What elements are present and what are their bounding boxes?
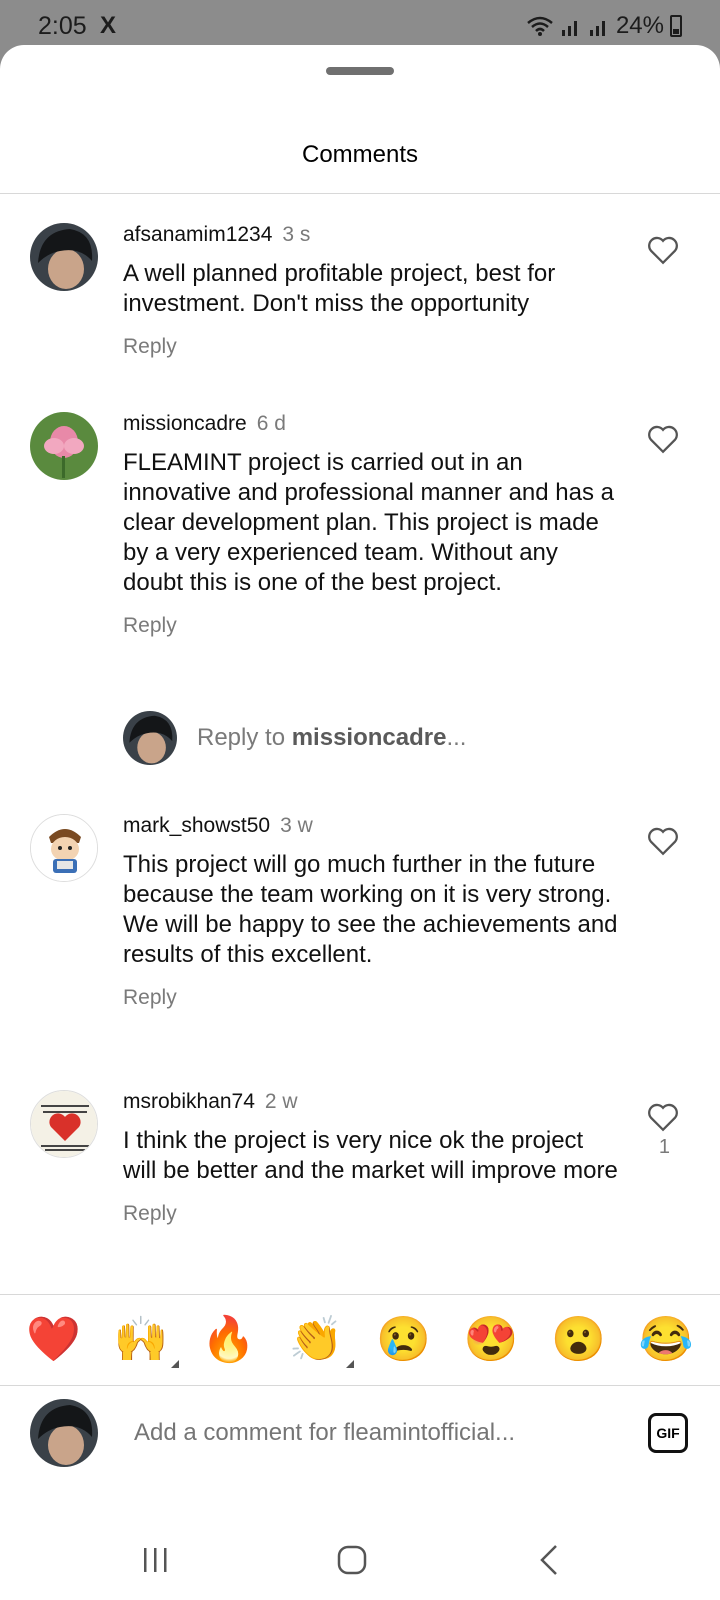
reply-button[interactable]: Reply — [123, 1202, 623, 1226]
back-icon[interactable] — [530, 1540, 570, 1580]
surprised-emoji[interactable]: 😮 — [551, 1318, 606, 1362]
status-right: 24% — [526, 12, 682, 40]
system-nav-bar — [0, 1520, 720, 1600]
comment-time: 2 w — [264, 1090, 298, 1113]
drag-handle[interactable] — [326, 67, 394, 75]
home-icon[interactable] — [332, 1540, 372, 1580]
signal-icon — [561, 21, 577, 36]
comment-username[interactable]: afsanamim1234 — [123, 223, 272, 246]
comment-time: 6 d — [256, 412, 286, 435]
battery-percent: 24% — [615, 12, 664, 39]
avatar[interactable] — [30, 223, 98, 291]
comment-time: 3 w — [280, 814, 313, 837]
recent-apps-icon[interactable] — [136, 1540, 176, 1580]
wifi-icon — [527, 16, 553, 36]
status-bar: 2:05 X 24% — [0, 0, 720, 50]
avatar[interactable] — [30, 814, 98, 882]
gif-button[interactable]: GIF — [648, 1413, 688, 1453]
heart-icon[interactable] — [646, 1100, 680, 1134]
avatar — [30, 1399, 98, 1467]
header-divider — [0, 193, 720, 194]
comment-username[interactable]: mark_showst50 — [123, 814, 270, 837]
comment-text: A well planned profitable project, best … — [123, 260, 556, 317]
comment-time: 3 s — [282, 223, 311, 246]
status-time: 2:05 — [38, 12, 87, 40]
heart-icon[interactable] — [646, 824, 680, 858]
heart-icon[interactable] — [646, 233, 680, 267]
reply-to-label: Reply to missioncadre... — [197, 724, 467, 751]
comment-username[interactable]: msrobikhan74 — [123, 1090, 255, 1113]
reply-button[interactable]: Reply — [123, 614, 623, 638]
sheet-title: Comments — [301, 141, 419, 168]
heart-eyes-emoji[interactable]: 😍 — [464, 1318, 519, 1362]
reply-button[interactable]: Reply — [123, 335, 623, 359]
like-count: 1 — [658, 1136, 670, 1158]
add-comment-bar: GIF — [0, 1387, 720, 1479]
comment-username[interactable]: missioncadre — [123, 412, 247, 435]
comment-text: FLEAMINT project is carried out in an in… — [123, 449, 614, 596]
crying-emoji[interactable]: 😢 — [376, 1318, 431, 1362]
signal-icon-2 — [589, 21, 605, 36]
emoji-quick-bar: ❤️ 🙌 🔥 👏 😢 😍 😮 😂 — [0, 1295, 720, 1385]
x-app-icon: X — [100, 12, 117, 39]
fire-emoji[interactable]: 🔥 — [201, 1318, 256, 1362]
heart-emoji[interactable]: ❤️ — [26, 1318, 81, 1362]
raising-hands-emoji[interactable]: 🙌 — [114, 1318, 179, 1368]
comment-text: This project will go much further in the… — [123, 851, 618, 968]
comment-input[interactable] — [134, 1419, 594, 1447]
clapping-emoji[interactable]: 👏 — [289, 1318, 354, 1368]
avatar — [123, 711, 177, 765]
reply-button[interactable]: Reply — [123, 986, 623, 1010]
avatar[interactable] — [30, 412, 98, 480]
battery-icon — [670, 15, 682, 37]
avatar[interactable] — [30, 1090, 98, 1158]
heart-icon[interactable] — [646, 422, 680, 456]
comment-text: I think the project is very nice ok the … — [123, 1127, 618, 1184]
laughing-emoji[interactable]: 😂 — [639, 1318, 694, 1362]
input-divider — [0, 1385, 720, 1386]
reply-to-field[interactable]: Reply to missioncadre... — [123, 711, 466, 765]
